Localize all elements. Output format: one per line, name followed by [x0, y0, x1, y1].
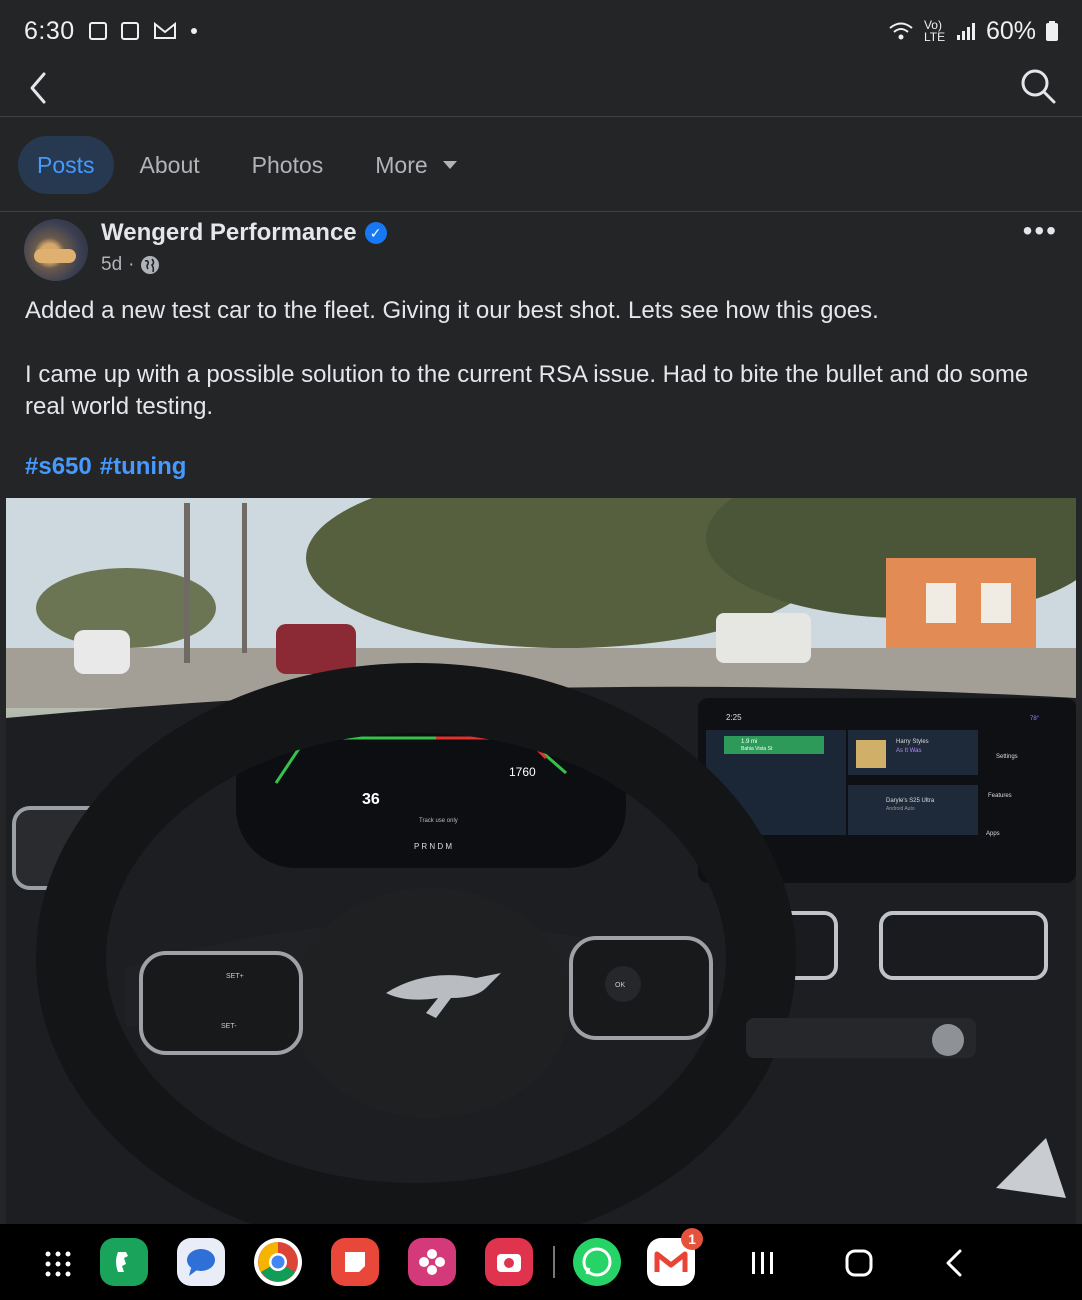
- track-label: Track use only: [419, 818, 458, 824]
- home-icon[interactable]: [845, 1249, 873, 1277]
- dock-divider: [553, 1246, 555, 1278]
- menu-apps: Apps: [986, 831, 1000, 837]
- messages-app-icon[interactable]: [177, 1238, 225, 1286]
- search-icon[interactable]: [1018, 66, 1058, 106]
- status-left: 6:30: [24, 17, 197, 46]
- app-drawer-icon[interactable]: [44, 1250, 72, 1278]
- status-bar: 6:30 Vo) LTE 60%: [0, 0, 1082, 62]
- status-time: 6:30: [24, 16, 75, 45]
- tab-label: About: [139, 152, 200, 178]
- gmail-app-icon[interactable]: 1: [647, 1228, 703, 1286]
- battery-percent: 60%: [985, 16, 1036, 45]
- menu-features: Features: [988, 793, 1012, 799]
- globe-icon: [141, 256, 160, 274]
- hashtags: #s650 #tuning: [25, 453, 186, 481]
- device-name: Daryle's S25 Ultra: [886, 798, 935, 804]
- back-nav-icon[interactable]: [942, 1249, 966, 1277]
- chrome-app-icon[interactable]: [254, 1238, 302, 1286]
- camera-app-icon[interactable]: [485, 1238, 533, 1286]
- media-artist: Harry Styles: [896, 739, 929, 745]
- profile-tabs: Posts About Photos More: [18, 136, 484, 194]
- hashtag-link[interactable]: #s650: [25, 453, 92, 481]
- gmail-badge: 1: [681, 1228, 703, 1250]
- page-avatar[interactable]: [24, 219, 88, 281]
- tab-label: Photos: [251, 152, 324, 178]
- tab-posts[interactable]: Posts: [18, 136, 114, 194]
- network-label: Vo) LTE: [923, 18, 946, 44]
- signal-icon: [956, 23, 975, 40]
- divider: [0, 211, 1082, 212]
- recents-icon[interactable]: [750, 1250, 776, 1276]
- verified-badge-icon: ✓: [364, 222, 387, 244]
- nav-street: Bahia Vista St: [741, 746, 773, 752]
- post-body: Added a new test car to the fleet. Givin…: [25, 295, 1055, 423]
- post-paragraph: I came up with a possible solution to th…: [25, 361, 1029, 420]
- button-ok: OK: [615, 982, 625, 989]
- notification-icon: [88, 22, 107, 40]
- post-paragraph: Added a new test car to the fleet. Givin…: [25, 297, 879, 324]
- gmail-notification-icon: [153, 22, 176, 39]
- nav-distance: 1.9 mi: [741, 739, 757, 745]
- bixby-app-icon[interactable]: [408, 1238, 456, 1286]
- button-set-plus: SET+: [226, 973, 244, 980]
- tab-about[interactable]: About: [114, 136, 226, 194]
- page-name[interactable]: Wengerd Performance: [101, 219, 357, 247]
- battery-icon: [1046, 21, 1058, 41]
- cluster-speed: 36: [362, 791, 380, 808]
- hashtag-link[interactable]: #tuning: [100, 453, 187, 481]
- meta-separator: ·: [128, 254, 135, 275]
- phone-app-icon[interactable]: [100, 1238, 148, 1286]
- device-sub: Android Auto: [886, 806, 915, 812]
- calendar-icon: [120, 22, 139, 40]
- divider: [0, 116, 1082, 117]
- media-title: As It Was: [896, 748, 921, 754]
- whatsapp-app-icon[interactable]: [573, 1238, 621, 1286]
- screen-time: 2:25: [726, 713, 742, 722]
- menu-settings: Settings: [996, 754, 1018, 760]
- back-arrow-icon[interactable]: [24, 68, 64, 108]
- post-options-button[interactable]: •••: [1023, 217, 1058, 245]
- tab-label: More: [375, 152, 428, 178]
- android-nav-bar: 1: [0, 1224, 1082, 1300]
- caret-down-icon: [442, 161, 457, 169]
- post-header: Wengerd Performance ✓ 5d · •••: [24, 217, 1058, 283]
- gear-indicator: P R N D M: [414, 842, 452, 851]
- post-time[interactable]: 5d: [101, 254, 122, 276]
- tab-photos[interactable]: Photos: [226, 136, 350, 194]
- car-interior-photo: 1760 36 P R N D M Track use only 2:25 1.…: [6, 498, 1076, 1224]
- cluster-rpm: 1760: [509, 765, 536, 779]
- notes-app-icon[interactable]: [331, 1238, 379, 1286]
- post-meta: 5d ·: [101, 254, 160, 276]
- status-right: Vo) LTE 60%: [888, 17, 1058, 46]
- top-nav: [0, 62, 1082, 116]
- tab-more[interactable]: More: [349, 136, 483, 194]
- page-name-row: Wengerd Performance ✓: [101, 219, 387, 247]
- wifi-icon: [889, 22, 913, 40]
- screen-temp: 78°: [1030, 716, 1040, 722]
- post-photo[interactable]: 1760 36 P R N D M Track use only 2:25 1.…: [6, 498, 1076, 1224]
- button-set-minus: SET-: [221, 1023, 237, 1030]
- more-notifications-dot: [190, 28, 197, 34]
- tab-label: Posts: [37, 152, 95, 178]
